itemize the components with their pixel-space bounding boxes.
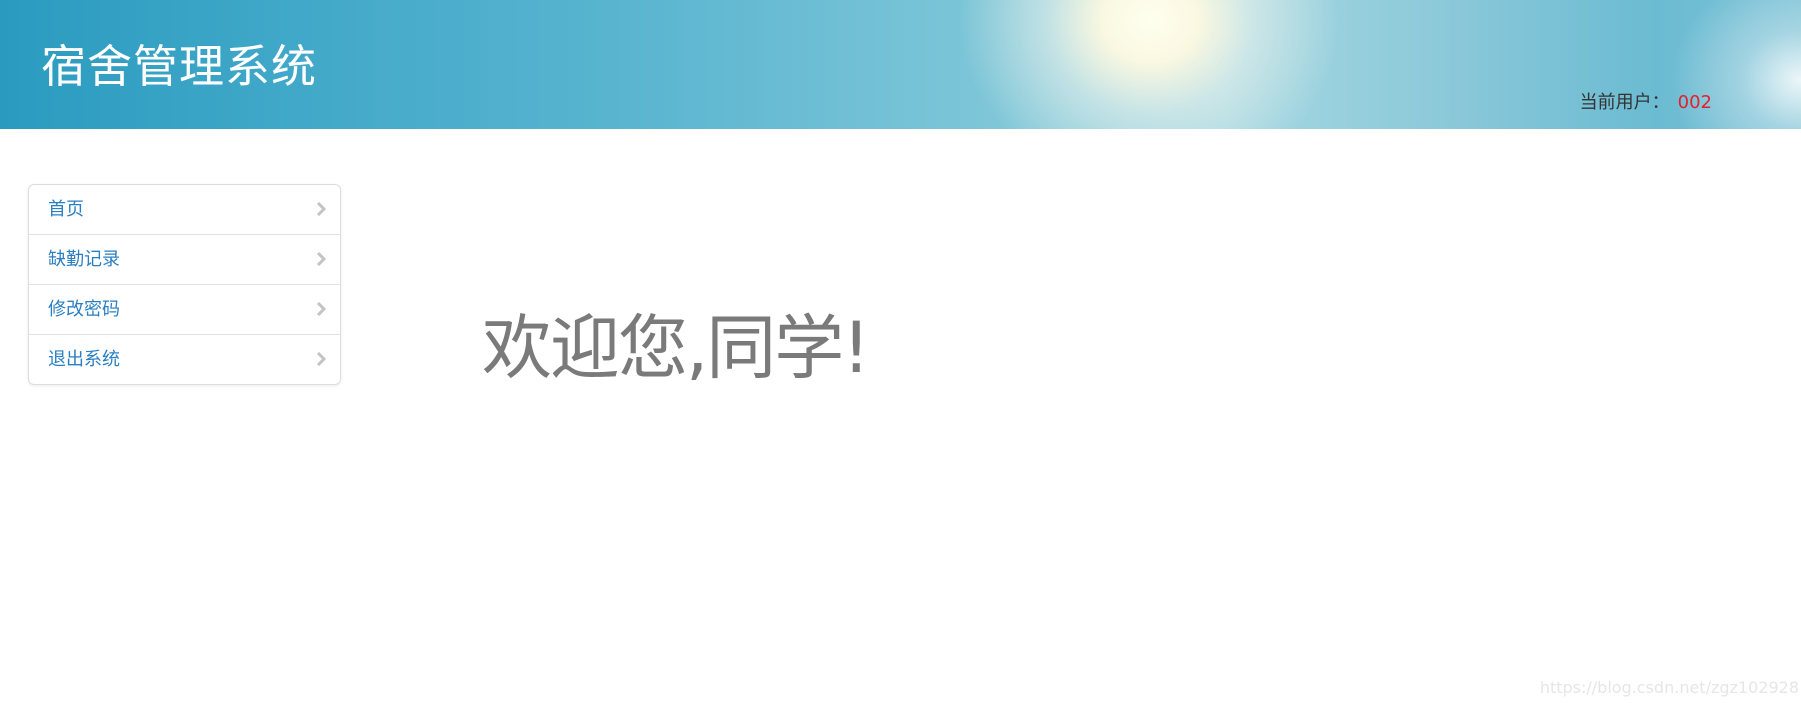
current-user-info: 当前用户： 002 xyxy=(1580,88,1712,114)
chevron-right-icon xyxy=(316,302,326,316)
welcome-message: 欢迎您,同学! xyxy=(482,307,870,389)
sidebar-item-label: 修改密码 xyxy=(48,299,120,320)
current-user-label: 当前用户： xyxy=(1579,92,1670,113)
sidebar-item-absence-records[interactable]: 缺勤记录 xyxy=(29,234,340,284)
sidebar-item-home[interactable]: 首页 xyxy=(29,185,340,234)
sidebar-item-label: 缺勤记录 xyxy=(48,249,120,270)
sidebar-item-change-password[interactable]: 修改密码 xyxy=(29,284,340,334)
watermark-text: https://blog.csdn.net/zgz102928 xyxy=(1539,678,1799,697)
app-header: 宿舍管理系统 当前用户： 002 xyxy=(0,0,1801,129)
sidebar-item-label: 退出系统 xyxy=(48,349,120,370)
app-title: 宿舍管理系统 xyxy=(41,40,318,93)
sidebar-item-label: 首页 xyxy=(48,199,84,220)
chevron-right-icon xyxy=(316,252,326,266)
current-user-id: 002 xyxy=(1677,92,1712,113)
sidebar-item-logout[interactable]: 退出系统 xyxy=(29,334,340,384)
chevron-right-icon xyxy=(316,202,326,216)
sidebar-menu: 首页 缺勤记录 修改密码 退出系统 xyxy=(28,184,341,385)
chevron-right-icon xyxy=(316,352,326,366)
